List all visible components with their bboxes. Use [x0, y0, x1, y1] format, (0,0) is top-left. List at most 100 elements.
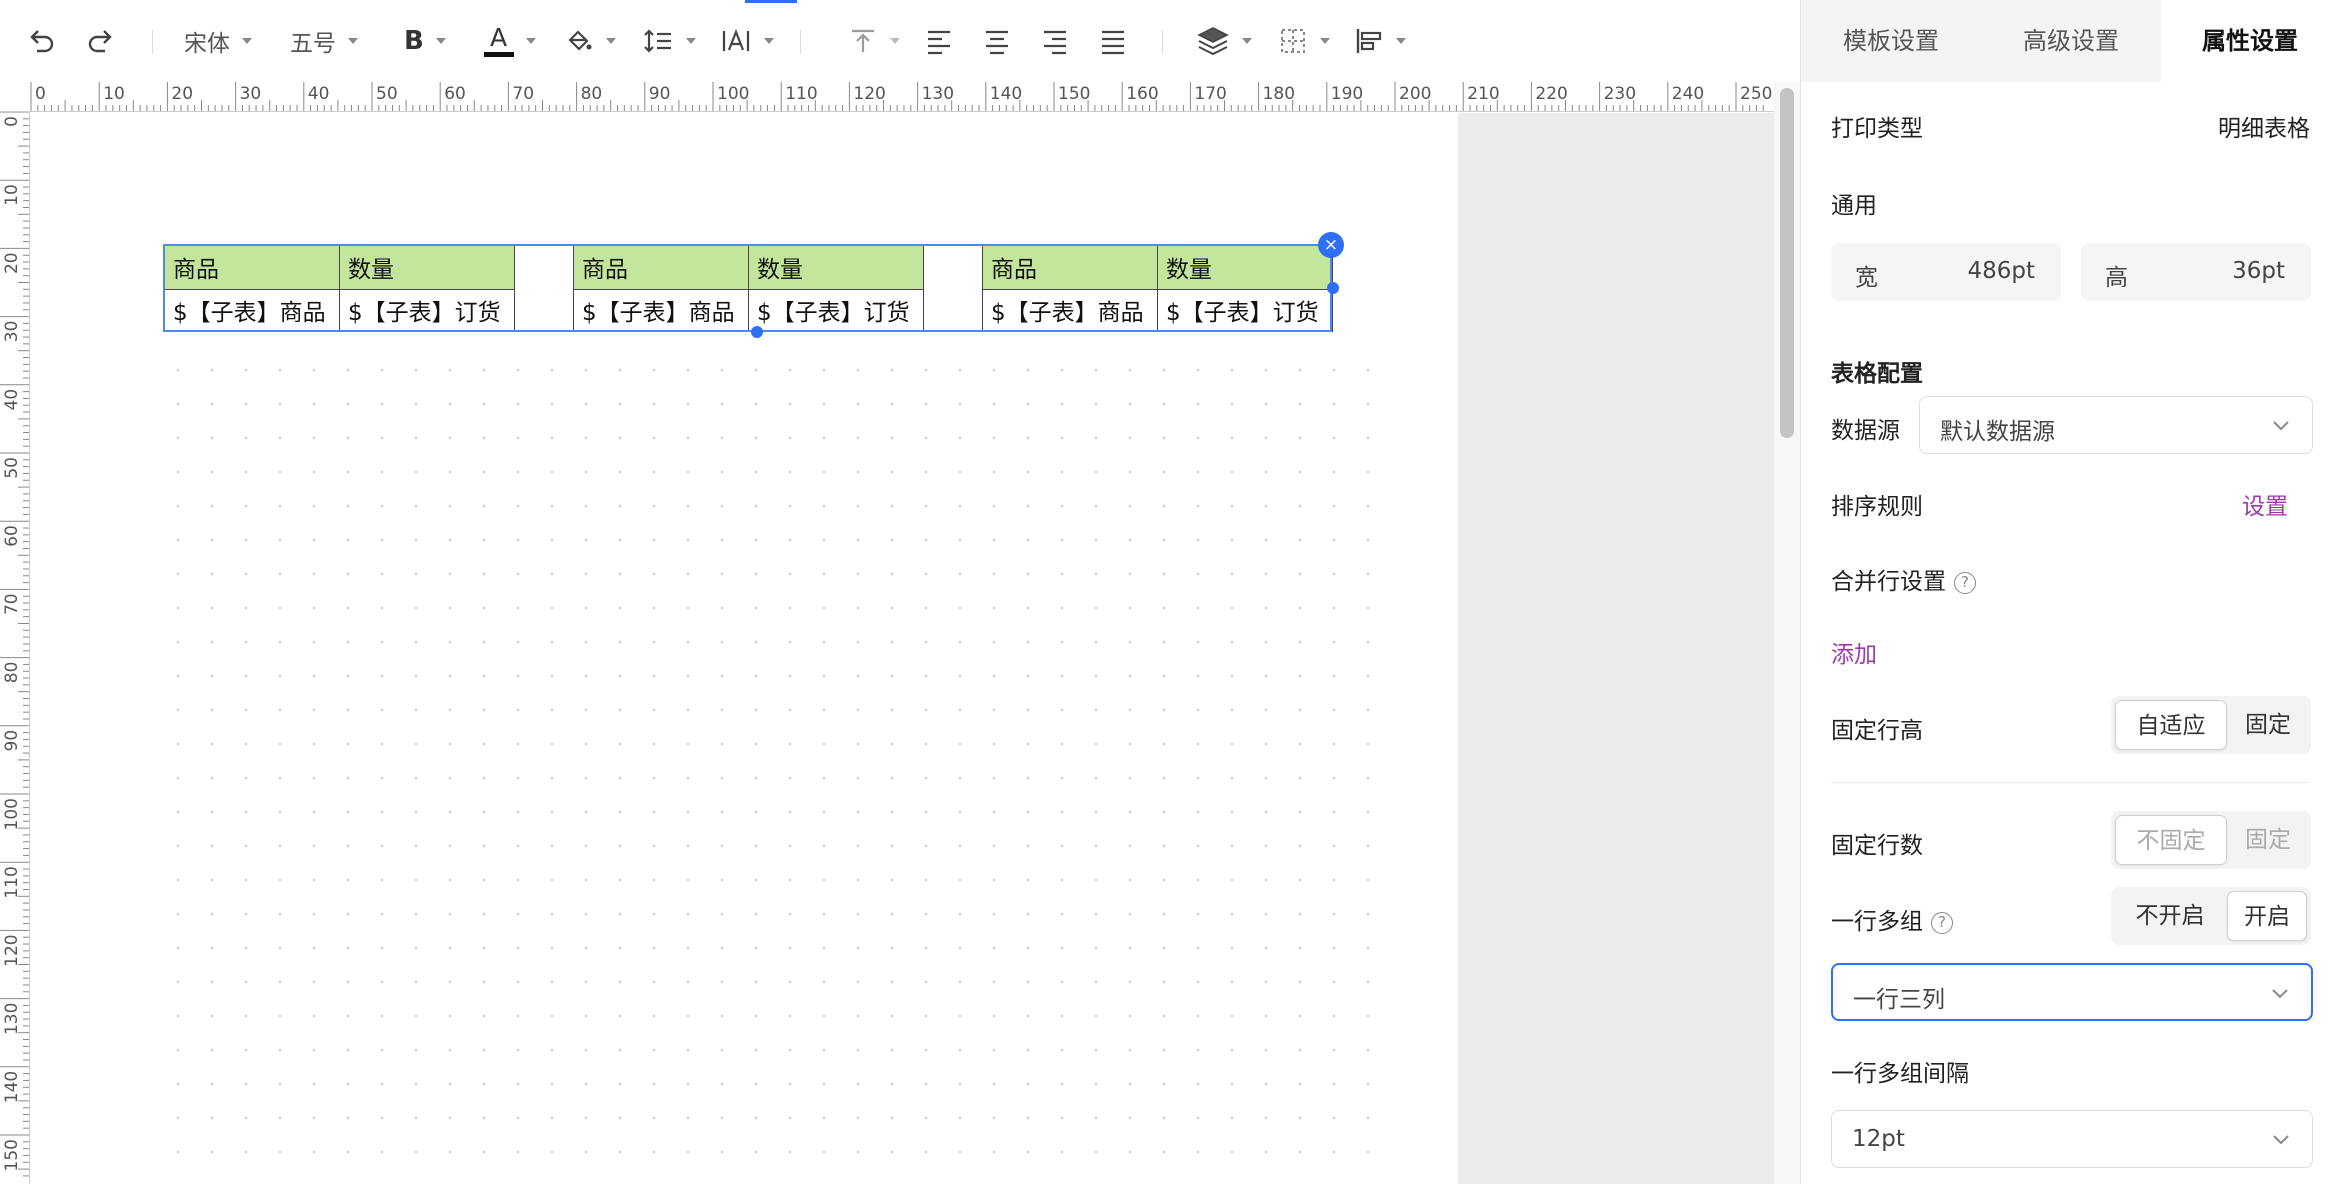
align-center-icon [986, 30, 1008, 55]
vertical-align-button[interactable] [848, 18, 900, 64]
columns-per-row-value: 一行三列 [1853, 987, 1945, 1013]
table-config-heading: 表格配置 [1831, 361, 1923, 387]
group-gap-value: 12pt [1852, 1126, 1905, 1152]
ruler-label: 120 [853, 84, 885, 104]
ruler-label: 130 [2, 1003, 22, 1035]
text-format-button[interactable] [720, 18, 774, 64]
vertical-ruler-ticks: 0 10 20 30 40 50 60 70 80 90 100 110 120 130 140 150 [0, 112, 29, 1177]
border-button[interactable] [1278, 18, 1330, 64]
columns-per-row-select[interactable]: 一行三列 [1831, 963, 2313, 1021]
chevron-down-icon [1320, 38, 1330, 44]
row-height-auto-option[interactable]: 自适应 [2115, 700, 2227, 750]
tab-advanced-settings[interactable]: 高级设置 [1981, 0, 2161, 82]
ruler-label: 90 [2, 730, 22, 752]
width-label: 宽 [1855, 265, 1878, 291]
toolbar-active-indicator [745, 0, 797, 3]
multi-group-on-option[interactable]: 开启 [2227, 891, 2307, 941]
height-field[interactable]: 高 36pt [2081, 243, 2311, 301]
align-objects-icon [1356, 29, 1382, 53]
toolbar: 宋体 五号 B A [0, 0, 1800, 82]
align-right-button[interactable] [1040, 18, 1070, 64]
ruler-label: 100 [717, 84, 749, 104]
align-center-button[interactable] [982, 18, 1012, 64]
multi-group-label-text: 一行多组 [1831, 909, 1923, 935]
redo-icon [88, 30, 112, 53]
line-height-icon [644, 29, 671, 53]
remove-element-button[interactable]: × [1318, 232, 1344, 258]
ruler-label: 100 [2, 798, 22, 830]
tab-property-settings[interactable]: 属性设置 [2161, 0, 2338, 82]
ruler-label: 120 [2, 934, 22, 966]
multi-group-label: 一行多组? [1831, 902, 1953, 936]
ruler-label: 150 [2, 1139, 22, 1171]
ruler-label: 0 [35, 84, 46, 104]
font-color-button[interactable]: A [484, 18, 536, 64]
arrange-button[interactable] [1354, 18, 1406, 64]
align-right-icon [1044, 30, 1066, 55]
width-field[interactable]: 宽 486pt [1831, 243, 2061, 301]
row-count-fixed-option[interactable]: 固定 [2229, 815, 2307, 865]
fill-color-button[interactable] [564, 18, 616, 64]
ruler-label: 90 [649, 84, 671, 104]
layers-icon [1197, 27, 1229, 56]
ruler-label: 40 [308, 84, 330, 104]
ruler-label: 30 [2, 321, 22, 343]
text-box-icon [722, 28, 750, 51]
ruler-label: 60 [2, 525, 22, 547]
vertical-scrollbar[interactable] [1774, 82, 1800, 1184]
chevron-down-icon [890, 38, 900, 44]
add-merge-row-link[interactable]: 添加 [1831, 635, 1877, 669]
redo-button[interactable] [86, 18, 116, 64]
ruler-label: 50 [376, 84, 398, 104]
resize-handle-bottom[interactable] [751, 326, 763, 338]
panel-tabs: 模板设置 高级设置 属性设置 [1801, 0, 2338, 82]
sort-rule-label: 排序规则 [1831, 494, 1923, 520]
align-left-icon [928, 30, 950, 55]
font-size-value: 五号 [290, 31, 336, 57]
font-family-select[interactable]: 宋体 [184, 18, 252, 64]
toolbar-separator [800, 30, 801, 54]
align-left-button[interactable] [924, 18, 954, 64]
ruler-label: 200 [1399, 84, 1431, 104]
multi-group-off-option[interactable]: 不开启 [2115, 891, 2225, 941]
sort-rule-setting-link[interactable]: 设置 [2242, 487, 2288, 521]
datasource-select[interactable]: 默认数据源 [1919, 396, 2313, 454]
font-size-select[interactable]: 五号 [290, 18, 358, 64]
chevron-down-icon [2272, 989, 2288, 999]
ruler-label: 140 [990, 84, 1022, 104]
ruler-label: 230 [1604, 84, 1636, 104]
fixed-row-count-label: 固定行数 [1831, 833, 1923, 859]
row-height-fixed-option[interactable]: 固定 [2229, 700, 2307, 750]
chevron-down-icon [242, 38, 252, 44]
undo-button[interactable] [26, 18, 56, 64]
ruler-label: 160 [1126, 84, 1158, 104]
tab-template-settings[interactable]: 模板设置 [1801, 0, 1981, 82]
section-divider [1831, 782, 2309, 783]
chevron-down-icon [435, 38, 446, 44]
group-gap-select[interactable]: 12pt [1831, 1110, 2313, 1168]
align-justify-icon [1102, 30, 1124, 55]
font-color-swatch [484, 52, 514, 57]
ruler-label: 110 [2, 866, 22, 898]
chevron-down-icon [348, 38, 358, 44]
ruler-label: 240 [1672, 84, 1704, 104]
bold-icon: B [404, 26, 424, 56]
ruler-label: 180 [1263, 84, 1295, 104]
dot-grid [161, 353, 1381, 1184]
selection-outline [163, 244, 1332, 332]
scrollbar-thumb[interactable] [1780, 88, 1794, 438]
chevron-down-icon [1396, 38, 1406, 44]
height-value: 36pt [2232, 258, 2285, 284]
ruler-label: 80 [2, 662, 22, 684]
align-justify-button[interactable] [1098, 18, 1128, 64]
resize-handle-right[interactable] [1327, 282, 1339, 294]
line-height-button[interactable] [642, 18, 696, 64]
help-icon[interactable]: ? [1931, 912, 1953, 934]
help-icon[interactable]: ? [1954, 572, 1976, 594]
layer-button[interactable] [1196, 18, 1252, 64]
merge-row-label-text: 合并行设置 [1831, 569, 1946, 595]
multi-group-toggle: 不开启 开启 [2111, 887, 2311, 945]
ruler-label: 40 [2, 389, 22, 411]
row-count-unfixed-option[interactable]: 不固定 [2115, 815, 2227, 865]
bold-button[interactable]: B [404, 18, 446, 64]
